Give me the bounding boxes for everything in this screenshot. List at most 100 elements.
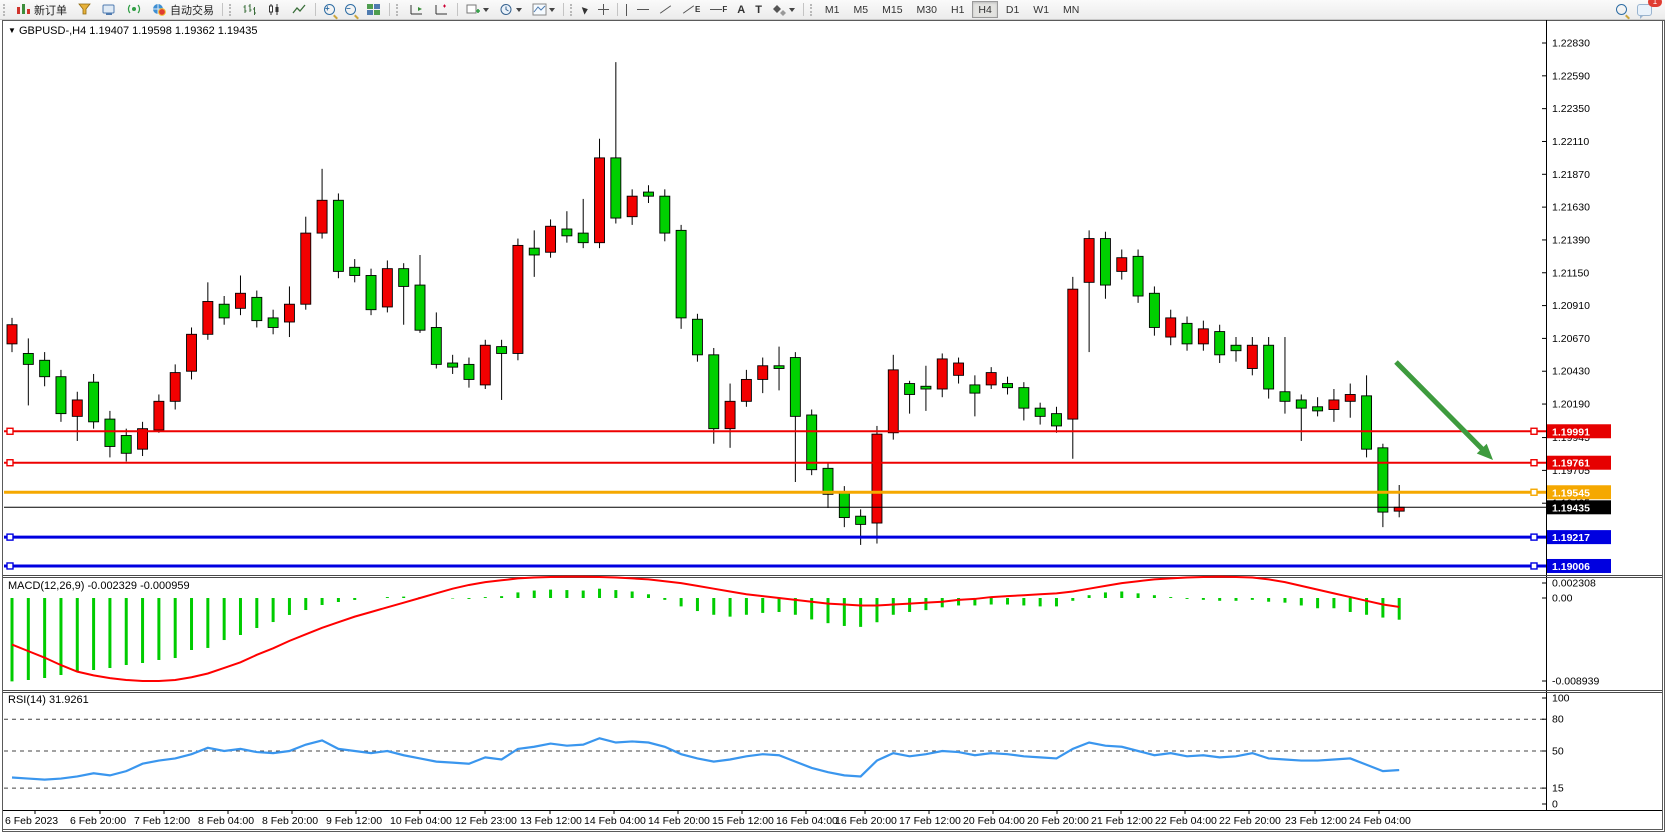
line-handle[interactable] <box>1531 428 1537 434</box>
candle-body[interactable] <box>268 318 278 328</box>
candle-body[interactable] <box>1003 384 1013 388</box>
candle-body[interactable] <box>431 327 441 364</box>
line-handle[interactable] <box>1531 460 1537 466</box>
candle-body[interactable] <box>56 377 66 414</box>
candle-body[interactable] <box>284 304 294 322</box>
candle-body[interactable] <box>1035 408 1045 416</box>
timeframe-M30[interactable]: M30 <box>911 1 943 18</box>
candle-body[interactable] <box>578 233 588 243</box>
candle-body[interactable] <box>741 379 751 401</box>
cursor-tool[interactable] <box>578 1 593 19</box>
candle-body[interactable] <box>888 370 898 433</box>
candle-body[interactable] <box>448 363 458 367</box>
candle-body[interactable] <box>399 269 409 287</box>
candle-body[interactable] <box>252 297 262 320</box>
candle-body[interactable] <box>1247 345 1257 368</box>
candle-body[interactable] <box>676 230 686 318</box>
candle-body[interactable] <box>790 358 800 417</box>
timeframe-H1[interactable]: H1 <box>945 1 970 18</box>
candle-body[interactable] <box>170 373 180 402</box>
candle-body[interactable] <box>1280 392 1290 402</box>
market-watch-button[interactable] <box>97 1 122 19</box>
chart-shift-button[interactable] <box>429 1 454 19</box>
signals-button[interactable] <box>122 1 147 19</box>
candle-body[interactable] <box>856 516 866 524</box>
candle-body[interactable] <box>823 468 833 494</box>
timeframe-M1[interactable]: M1 <box>819 1 846 18</box>
candle-body[interactable] <box>660 196 670 233</box>
line-handle[interactable] <box>7 428 13 434</box>
chat-button[interactable]: 1 <box>1632 1 1657 19</box>
candle-body[interactable] <box>40 360 50 376</box>
candle-body[interactable] <box>1345 394 1355 401</box>
history-button[interactable] <box>72 1 97 19</box>
candle-body[interactable] <box>562 229 572 236</box>
candle-body[interactable] <box>154 401 164 430</box>
candlestick-chart-button[interactable] <box>262 1 287 19</box>
horizontal-line-tool[interactable] <box>632 1 654 19</box>
candle-body[interactable] <box>627 196 637 217</box>
candle-body[interactable] <box>1313 407 1323 411</box>
trendline-tool[interactable] <box>654 1 677 19</box>
candle-body[interactable] <box>89 382 99 422</box>
candle-body[interactable] <box>1084 239 1094 283</box>
candle-body[interactable] <box>219 304 229 318</box>
timeframe-W1[interactable]: W1 <box>1027 1 1055 18</box>
bar-chart-button[interactable] <box>237 1 262 19</box>
candle-body[interactable] <box>1231 345 1241 350</box>
candle-body[interactable] <box>235 293 245 308</box>
candle-body[interactable] <box>954 363 964 375</box>
crosshair-tool[interactable] <box>593 1 614 19</box>
timeframe-MN[interactable]: MN <box>1057 1 1085 18</box>
vertical-line-tool[interactable] <box>621 1 632 19</box>
auto-scroll-button[interactable] <box>404 1 429 19</box>
candle-body[interactable] <box>72 400 82 416</box>
candle-body[interactable] <box>1215 332 1225 355</box>
candle-body[interactable] <box>366 275 376 309</box>
search-button[interactable] <box>1611 1 1632 19</box>
shapes-tool[interactable] <box>767 1 800 19</box>
candle-body[interactable] <box>301 233 311 304</box>
candle-body[interactable] <box>1100 239 1110 285</box>
candle-body[interactable] <box>937 359 947 389</box>
channel-tool[interactable]: E <box>677 1 705 19</box>
candle-body[interactable] <box>529 248 539 255</box>
auto-trading-button[interactable]: 自动交易 <box>147 1 219 19</box>
candle-body[interactable] <box>1133 256 1143 296</box>
template-button[interactable] <box>527 1 560 19</box>
timeframe-M15[interactable]: M15 <box>876 1 908 18</box>
tile-windows-button[interactable] <box>361 1 386 19</box>
candle-body[interactable] <box>1068 289 1078 419</box>
candle-body[interactable] <box>1198 329 1208 344</box>
candle-body[interactable] <box>317 200 327 233</box>
candle-body[interactable] <box>611 158 621 218</box>
candle-body[interactable] <box>203 301 213 334</box>
line-handle[interactable] <box>1531 563 1537 569</box>
candle-body[interactable] <box>497 347 507 354</box>
text-tool[interactable]: A <box>732 1 750 19</box>
candle-body[interactable] <box>1362 396 1372 449</box>
candle-body[interactable] <box>725 401 735 428</box>
candle-body[interactable] <box>546 226 556 252</box>
candle-body[interactable] <box>1166 318 1176 337</box>
candle-body[interactable] <box>333 200 343 271</box>
candle-body[interactable] <box>839 492 849 518</box>
candle-body[interactable] <box>1117 258 1127 272</box>
candle-body[interactable] <box>1378 448 1388 512</box>
candle-body[interactable] <box>7 325 17 344</box>
candle-body[interactable] <box>1296 400 1306 408</box>
candle-body[interactable] <box>1019 388 1029 409</box>
candle-body[interactable] <box>921 386 931 389</box>
candle-body[interactable] <box>480 345 490 385</box>
candle-body[interactable] <box>774 366 784 369</box>
line-handle[interactable] <box>7 563 13 569</box>
add-indicator-button[interactable] <box>461 1 494 19</box>
candle-body[interactable] <box>986 373 996 385</box>
candle-body[interactable] <box>350 267 360 275</box>
timeframe-M5[interactable]: M5 <box>848 1 875 18</box>
line-chart-button[interactable] <box>287 1 312 19</box>
candle-body[interactable] <box>105 419 115 446</box>
candle-body[interactable] <box>1394 507 1404 511</box>
candle-body[interactable] <box>415 285 425 330</box>
candle-body[interactable] <box>121 436 131 454</box>
